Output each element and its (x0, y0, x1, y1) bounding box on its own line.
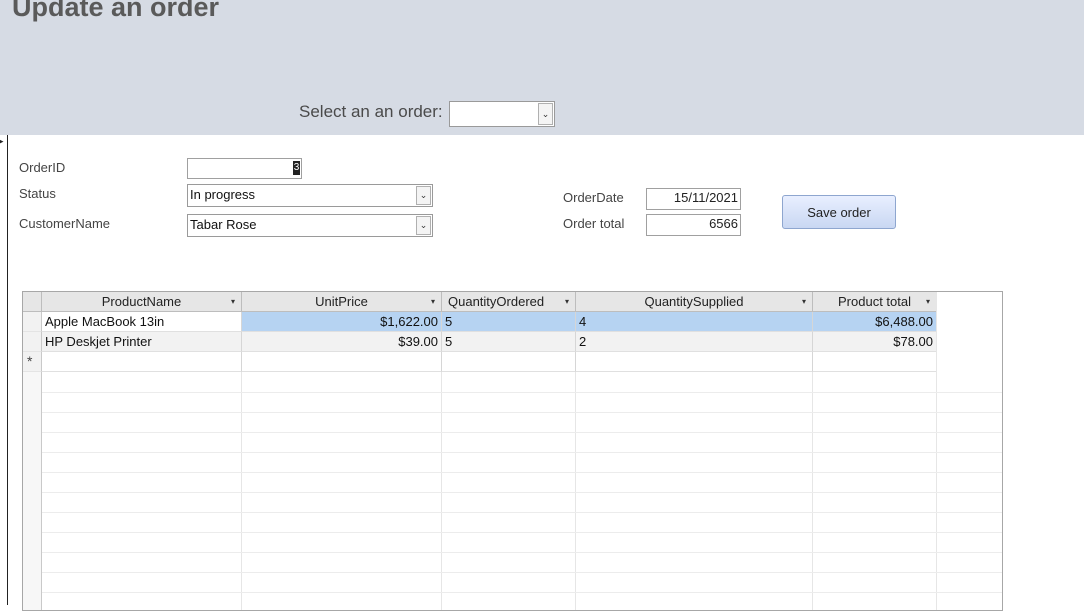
chevron-down-icon[interactable]: ⌄ (538, 103, 553, 125)
order-select-label: Select an an order: (299, 102, 443, 121)
sort-filter-icon[interactable]: ▾ (231, 292, 235, 311)
new-record-cell[interactable] (442, 352, 576, 372)
grid-line (42, 472, 1002, 473)
sort-filter-icon[interactable]: ▾ (926, 292, 930, 311)
order-id-field[interactable]: 3 (187, 158, 302, 179)
new-record-cell[interactable] (242, 352, 442, 372)
table-cell[interactable]: 5 (442, 332, 576, 352)
page-title: Update an order (12, 0, 220, 22)
column-header-unitprice[interactable]: UnitPrice ▾ (242, 292, 442, 312)
column-header-label: QuantitySupplied (644, 294, 744, 309)
status-label: Status (19, 186, 56, 201)
status-dropdown[interactable]: In progress ⌄ (187, 184, 433, 207)
grid-line (42, 532, 1002, 533)
row-selector[interactable] (23, 332, 42, 352)
grid-line (42, 412, 1002, 413)
customer-name-value: Tabar Rose (190, 217, 257, 232)
table-cell[interactable]: 2 (576, 332, 813, 352)
grid-line (42, 512, 1002, 513)
record-pointer-icon: ▸ (0, 136, 4, 146)
customer-name-dropdown[interactable]: Tabar Rose ⌄ (187, 214, 433, 237)
column-header-quantitysupplied[interactable]: QuantitySupplied ▾ (576, 292, 813, 312)
order-date-label: OrderDate (563, 190, 624, 205)
chevron-down-icon[interactable]: ⌄ (416, 186, 431, 205)
record-selector-bar (0, 135, 8, 605)
sort-filter-icon[interactable]: ▾ (802, 292, 806, 311)
order-total-label: Order total (563, 216, 625, 231)
grid-line (42, 432, 1002, 433)
chevron-down-icon[interactable]: ⌄ (416, 216, 431, 235)
column-header-productname[interactable]: ProductName ▾ (42, 292, 242, 312)
new-record-cell[interactable] (576, 352, 813, 372)
order-select-dropdown[interactable]: ⌄ (449, 101, 555, 127)
table-cell[interactable]: Apple MacBook 13in (42, 312, 242, 332)
grid-line (42, 392, 1002, 393)
status-value: In progress (190, 187, 256, 202)
table-cell[interactable]: HP Deskjet Printer (42, 332, 242, 352)
order-id-value: 3 (293, 161, 300, 175)
new-record-icon: * (27, 353, 33, 369)
order-total-field[interactable]: 6566 (646, 214, 741, 236)
sort-filter-icon[interactable]: ▾ (431, 292, 435, 311)
order-id-label: OrderID (19, 160, 66, 175)
order-date-field[interactable]: 15/11/2021 (646, 188, 741, 210)
column-header-label: QuantityOrdered (448, 294, 545, 309)
column-header-quantityordered[interactable]: QuantityOrdered ▾ (442, 292, 576, 312)
empty-row-selector-area (23, 372, 42, 610)
table-cell[interactable]: $1,622.00 (242, 312, 442, 332)
grid-line (42, 592, 1002, 593)
grid-line (42, 452, 1002, 453)
sort-filter-icon[interactable]: ▾ (565, 292, 569, 311)
table-cell[interactable]: 5 (442, 312, 576, 332)
column-header-label: ProductName (101, 294, 182, 309)
grid-line (42, 552, 1002, 553)
order-lines-datasheet: ProductName ▾ UnitPrice ▾ QuantityOrdered ▾… (22, 291, 1003, 611)
new-record-selector[interactable]: * (23, 352, 42, 372)
table-cell[interactable]: $78.00 (813, 332, 937, 352)
table-cell[interactable]: $6,488.00 (813, 312, 937, 332)
column-header-product-total[interactable]: Product total ▾ (813, 292, 937, 312)
grid-line (42, 492, 1002, 493)
save-order-button[interactable]: Save order (782, 195, 896, 229)
select-all-corner[interactable] (23, 292, 42, 312)
grid-line (42, 572, 1002, 573)
column-header-label: Product total (838, 294, 911, 309)
table-cell[interactable]: 4 (576, 312, 813, 332)
table-cell[interactable]: $39.00 (242, 332, 442, 352)
new-record-cell[interactable] (42, 352, 242, 372)
customer-name-label: CustomerName (19, 216, 111, 231)
column-header-label: UnitPrice (315, 294, 368, 309)
new-record-cell[interactable] (813, 352, 937, 372)
form-header: Update an order Select an an order: ⌄ (0, 0, 1084, 135)
row-selector[interactable] (23, 312, 42, 332)
